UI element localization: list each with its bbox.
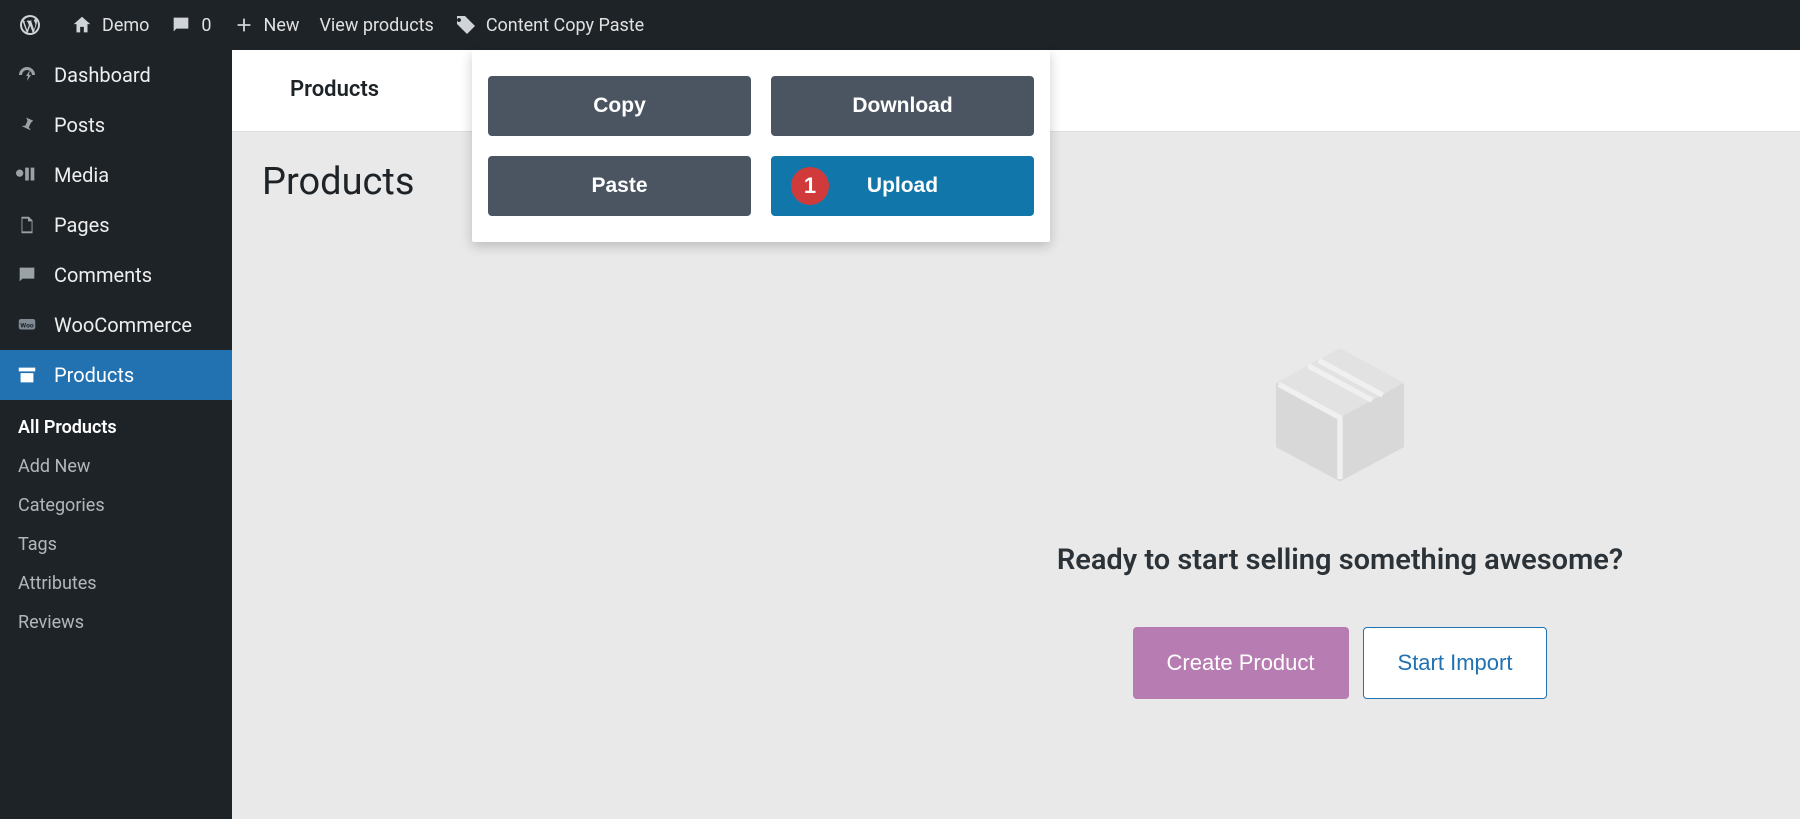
sidebar-item-products[interactable]: Products bbox=[0, 350, 232, 400]
comment-icon bbox=[14, 262, 40, 288]
empty-actions: Create Product Start Import bbox=[990, 627, 1690, 699]
sidebar-item-label: WooCommerce bbox=[54, 313, 192, 337]
sidebar-item-label: Posts bbox=[54, 113, 105, 137]
sidebar-item-label: Media bbox=[54, 163, 109, 187]
content-copy-paste-link[interactable]: Content Copy Paste bbox=[444, 0, 654, 50]
new-label: New bbox=[264, 15, 300, 36]
paste-button[interactable]: Paste bbox=[488, 156, 751, 216]
pin-icon bbox=[14, 112, 40, 138]
tag-icon bbox=[454, 13, 478, 37]
annotation-badge: 1 bbox=[791, 167, 829, 205]
package-icon bbox=[1260, 335, 1420, 495]
submenu-tags[interactable]: Tags bbox=[0, 525, 232, 564]
sidebar-item-media[interactable]: Media bbox=[0, 150, 232, 200]
comments-link[interactable]: 0 bbox=[159, 0, 221, 50]
sidebar-item-posts[interactable]: Posts bbox=[0, 100, 232, 150]
sidebar-item-dashboard[interactable]: Dashboard bbox=[0, 50, 232, 100]
submenu-reviews[interactable]: Reviews bbox=[0, 603, 232, 642]
wordpress-icon bbox=[18, 13, 42, 37]
copy-paste-dropdown: Copy Download Paste 1 Upload bbox=[472, 50, 1050, 242]
dashboard-icon bbox=[14, 62, 40, 88]
admin-bar: Demo 0 New View products Content Copy Pa… bbox=[0, 0, 1800, 50]
sidebar-item-label: Dashboard bbox=[54, 63, 151, 87]
products-submenu: All Products Add New Categories Tags Att… bbox=[0, 400, 232, 654]
admin-sidebar: Dashboard Posts Media Pages Comments Woo… bbox=[0, 50, 232, 819]
site-name-link[interactable]: Demo bbox=[60, 0, 159, 50]
submenu-categories[interactable]: Categories bbox=[0, 486, 232, 525]
view-products-link[interactable]: View products bbox=[309, 0, 443, 50]
plus-icon bbox=[232, 13, 256, 37]
comments-count: 0 bbox=[201, 15, 211, 36]
download-button[interactable]: Download bbox=[771, 76, 1034, 136]
submenu-attributes[interactable]: Attributes bbox=[0, 564, 232, 603]
svg-text:Woo: Woo bbox=[20, 321, 34, 329]
sidebar-item-label: Pages bbox=[54, 213, 110, 237]
comment-icon bbox=[169, 13, 193, 37]
content-copy-paste-label: Content Copy Paste bbox=[486, 15, 644, 36]
new-link[interactable]: New bbox=[222, 0, 310, 50]
upload-button[interactable]: 1 Upload bbox=[771, 156, 1034, 216]
submenu-add-new[interactable]: Add New bbox=[0, 447, 232, 486]
upload-label: Upload bbox=[867, 174, 938, 198]
woo-icon: Woo bbox=[14, 312, 40, 338]
sidebar-item-label: Comments bbox=[54, 263, 152, 287]
start-import-button[interactable]: Start Import bbox=[1363, 627, 1548, 699]
tab-products[interactable]: Products bbox=[252, 50, 417, 131]
sidebar-item-pages[interactable]: Pages bbox=[0, 200, 232, 250]
site-name-label: Demo bbox=[102, 15, 149, 36]
wp-logo[interactable] bbox=[8, 0, 60, 50]
view-products-label: View products bbox=[319, 15, 433, 36]
media-icon bbox=[14, 162, 40, 188]
sidebar-item-label: Products bbox=[54, 363, 134, 387]
home-icon bbox=[70, 13, 94, 37]
empty-state: Ready to start selling something awesome… bbox=[990, 335, 1690, 699]
empty-heading: Ready to start selling something awesome… bbox=[990, 543, 1690, 577]
submenu-all-products[interactable]: All Products bbox=[0, 408, 232, 447]
page-icon bbox=[14, 212, 40, 238]
copy-button[interactable]: Copy bbox=[488, 76, 751, 136]
sidebar-item-comments[interactable]: Comments bbox=[0, 250, 232, 300]
archive-icon bbox=[14, 362, 40, 388]
create-product-button[interactable]: Create Product bbox=[1133, 627, 1349, 699]
sidebar-item-woocommerce[interactable]: Woo WooCommerce bbox=[0, 300, 232, 350]
